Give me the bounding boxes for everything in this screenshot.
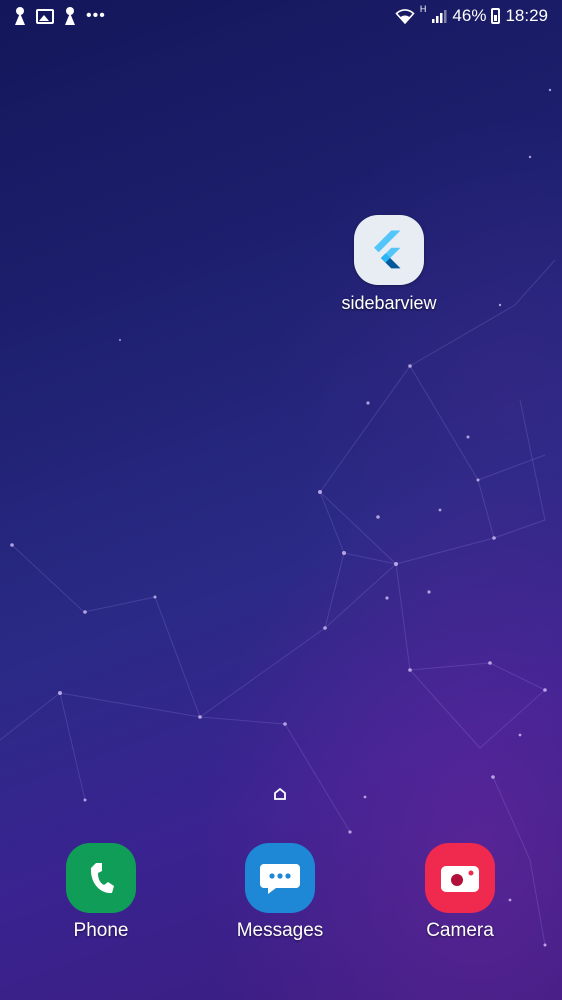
notification-icons: ••• <box>14 7 106 25</box>
dock-item-phone[interactable]: Phone <box>41 843 161 942</box>
status-bar: ••• H 46% 18:29 <box>0 0 562 34</box>
flutter-icon <box>354 215 424 285</box>
app-label: sidebarview <box>341 293 437 313</box>
battery-icon <box>491 8 501 24</box>
clock: 18:29 <box>505 6 548 25</box>
dock-label: Phone <box>73 920 129 941</box>
wifi-icon <box>395 9 415 24</box>
gallery-icon <box>36 8 54 24</box>
messages-icon <box>245 843 315 913</box>
network-type: H <box>419 4 427 14</box>
home-page-indicator-icon <box>274 787 286 800</box>
dock-label: Messages <box>236 920 324 941</box>
app-shortcut-sidebarview[interactable]: sidebarview <box>335 215 443 314</box>
keyhole-icon <box>64 7 76 25</box>
camera-icon <box>425 843 495 913</box>
dock-item-messages[interactable]: Messages <box>220 843 340 942</box>
more-dots-icon: ••• <box>86 7 106 24</box>
dock: Phone Messages Camera <box>0 843 562 953</box>
system-icons: H 46% 18:29 <box>395 4 548 26</box>
dock-label: Camera <box>426 920 494 941</box>
battery-percent: 46% <box>452 6 487 25</box>
signal-icon <box>432 10 447 23</box>
phone-icon <box>66 843 136 913</box>
dock-item-camera[interactable]: Camera <box>400 843 520 942</box>
keyhole-icon <box>14 7 26 25</box>
